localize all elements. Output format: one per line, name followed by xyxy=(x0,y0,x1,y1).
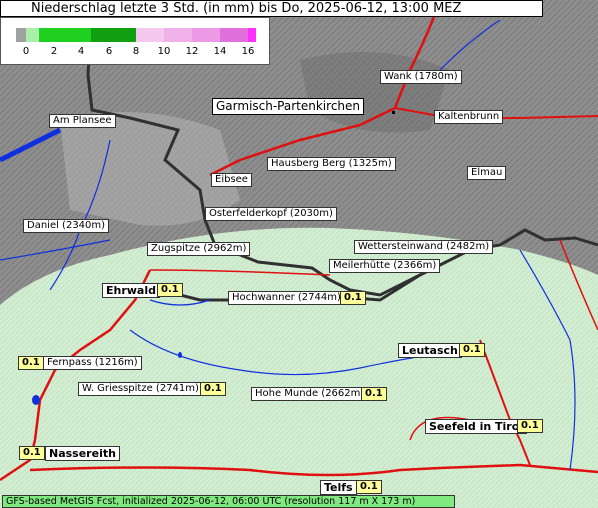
legend-swatch xyxy=(164,28,192,42)
legend-tick: 8 xyxy=(132,46,140,57)
legend-swatch xyxy=(16,28,26,42)
legend-tick: 4 xyxy=(77,46,85,57)
value-hohe-munde: 0.1 xyxy=(361,387,387,401)
value-hochwanner: 0.1 xyxy=(340,291,366,305)
legend-swatch xyxy=(220,28,248,42)
precip-legend: 0 2 4 6 8 10 12 14 16 xyxy=(0,17,270,65)
legend-tick: 6 xyxy=(105,46,113,57)
place-wank: Wank (1780m) xyxy=(380,70,462,84)
legend-tick: 14 xyxy=(213,46,227,57)
lake xyxy=(32,395,40,405)
place-garmisch: Garmisch-Partenkirchen xyxy=(212,98,365,115)
place-am-plansee: Am Plansee xyxy=(49,114,116,128)
value-w-griesspitze: 0.1 xyxy=(200,382,226,396)
place-w-griesspitze: W. Griesspitze (2741m) xyxy=(78,382,203,396)
legend-tick: 10 xyxy=(157,46,171,57)
legend-swatch xyxy=(248,28,256,42)
legend-tick: 12 xyxy=(185,46,199,57)
legend-swatch xyxy=(136,28,164,42)
lake xyxy=(178,352,182,358)
place-kaltenbrunn: Kaltenbrunn xyxy=(434,110,504,124)
legend-swatch xyxy=(39,28,91,42)
precipitation-map: Niederschlag letzte 3 Std. (in mm) bis D… xyxy=(0,0,598,508)
legend-swatch xyxy=(26,28,39,42)
legend-tick: 16 xyxy=(241,46,255,57)
legend-swatch xyxy=(91,28,136,42)
place-fernpass: Fernpass (1216m) xyxy=(43,356,142,370)
map-title: Niederschlag letzte 3 Std. (in mm) bis D… xyxy=(0,0,543,17)
value-fernpass: 0.1 xyxy=(18,356,44,370)
place-marker xyxy=(392,111,395,114)
legend-tick: 2 xyxy=(50,46,58,57)
place-nassereith: Nassereith xyxy=(45,446,120,461)
value-seefeld: 0.1 xyxy=(517,419,543,433)
value-leutasch: 0.1 xyxy=(459,343,485,357)
place-zugspitze: Zugspitze (2962m) xyxy=(147,242,251,256)
place-elmau: Elmau xyxy=(467,166,507,180)
value-telfs: 0.1 xyxy=(356,480,382,494)
value-ehrwald: 0.1 xyxy=(157,283,183,297)
place-wettersteinwand: Wettersteinwand (2482m) xyxy=(354,240,494,254)
legend-tick: 0 xyxy=(22,46,30,57)
place-leutasch: Leutasch xyxy=(398,343,462,358)
place-hohe-munde: Hohe Munde (2662m) xyxy=(251,387,369,401)
place-telfs: Telfs xyxy=(320,480,357,495)
place-hochwanner: Hochwanner (2744m) xyxy=(228,291,345,305)
place-ehrwald: Ehrwald xyxy=(102,283,160,298)
place-meilerhuette: Meilerhütte (2366m) xyxy=(329,259,441,273)
place-daniel: Daniel (2340m) xyxy=(23,219,110,233)
legend-swatch xyxy=(192,28,220,42)
value-nassereith: 0.1 xyxy=(19,446,45,460)
forecast-info: GFS-based MetGIS Fcst, initialized 2025-… xyxy=(2,495,455,508)
place-seefeld: Seefeld in Tirol xyxy=(425,419,528,434)
place-eibsee: Eibsee xyxy=(211,173,252,187)
place-hausberg: Hausberg Berg (1325m) xyxy=(267,157,396,171)
place-osterfelderkopf: Osterfelderkopf (2030m) xyxy=(205,207,337,221)
